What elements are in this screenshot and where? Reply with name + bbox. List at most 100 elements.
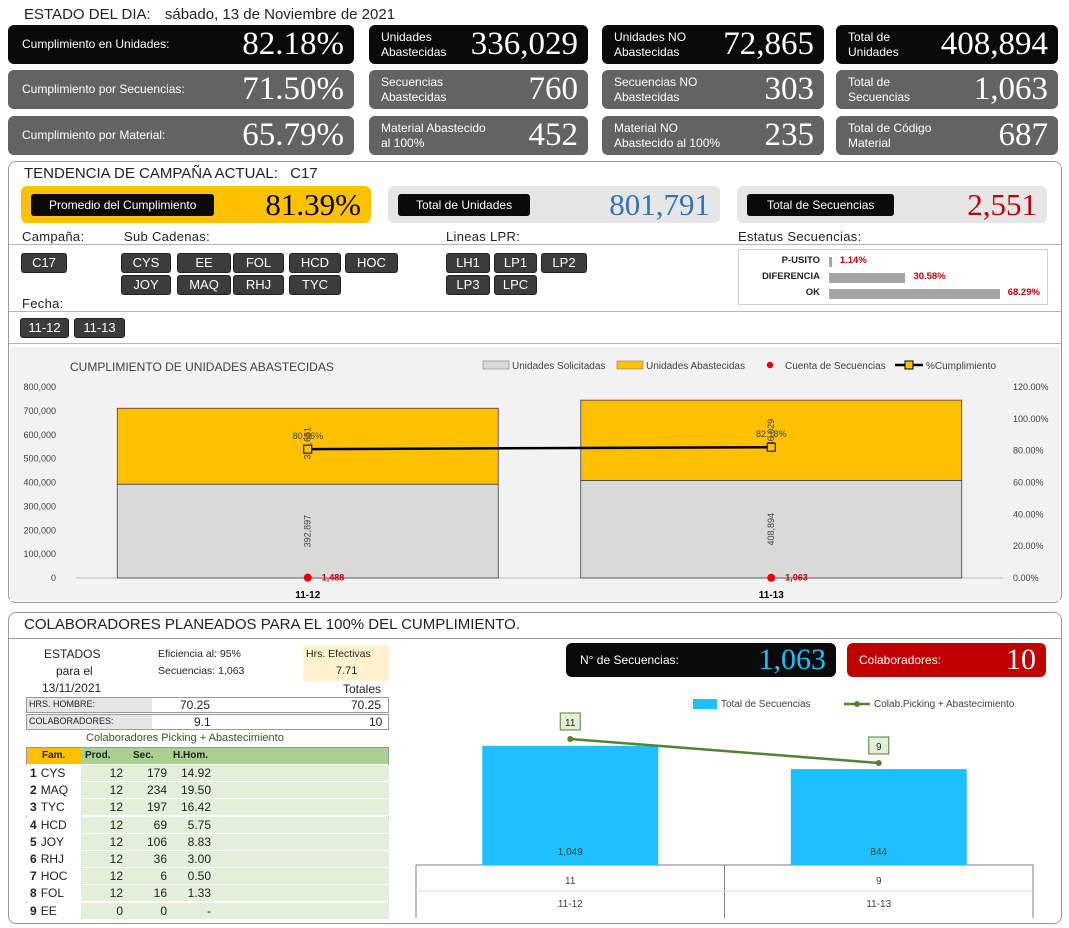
- fam-sec: 106: [146, 834, 167, 849]
- filter-label-lineas: Lineas LPR:: [446, 229, 521, 244]
- nseq-label: N° de Secuencias:: [580, 653, 679, 667]
- kpi-card-secuencias-abastecidas: Secuencias Abastecidas 760: [369, 70, 588, 109]
- fam-values: 12 197 16.42: [81, 799, 389, 816]
- slicer-subcadena-cys[interactable]: CYS: [121, 253, 171, 273]
- y-tick-label: 400,000: [23, 478, 56, 488]
- colaboradores-total: 10: [369, 715, 383, 729]
- legend-label: Colab.Picking + Abastecimiento: [874, 699, 1015, 710]
- filter-label-estatus: Estatus Secuencias:: [738, 229, 862, 244]
- slicer-fecha-1113[interactable]: 11-13: [74, 318, 125, 338]
- table-row: 2 MAQ 12 234 19.50: [26, 782, 389, 800]
- slicer-linea-lp3[interactable]: LP3: [446, 275, 490, 295]
- filter-label-fecha: Fecha:: [22, 296, 64, 311]
- y-tick-label: 100,000: [23, 549, 56, 559]
- colab-box: Colaboradores: 10: [847, 643, 1046, 677]
- fam-hhom: -: [207, 903, 211, 918]
- slicer-subcadena-hoc[interactable]: HOC: [345, 253, 398, 273]
- hrs-efectivas-value: 7.71: [336, 665, 358, 677]
- kpi-card-cumplimiento-unidades: Cumplimiento en Unidades: 82.18%: [8, 25, 354, 64]
- slicer-subcadena-ee[interactable]: EE: [177, 253, 231, 273]
- y-tick-label: 500,000: [23, 454, 56, 464]
- fam-index: 3: [30, 800, 37, 815]
- slicer-subcadena-tyc[interactable]: TYC: [289, 275, 341, 295]
- legend-label: Unidades Solicitadas: [512, 361, 605, 372]
- slicer-subcadena-fol[interactable]: FOL: [233, 253, 284, 273]
- sequences-chart: Total de Secuencias Colab.Picking + Abast…: [415, 699, 1034, 918]
- fam-index: 1: [30, 766, 37, 780]
- seq-count-label: 1,488: [322, 573, 345, 583]
- fam-values: 12 106 8.83: [81, 833, 389, 850]
- secuencias-info: Secuencias: 1,063: [158, 665, 244, 677]
- fam-hhom: 5.75: [187, 817, 211, 832]
- slicer-subcadena-maq[interactable]: MAQ: [177, 275, 231, 295]
- y-tick-label: 0: [51, 573, 56, 583]
- y2-tick-label: 20.00%: [1013, 541, 1044, 551]
- slicer-linea-lp2[interactable]: LP2: [541, 253, 587, 273]
- summary-unidades-label: Total de Unidades: [398, 193, 531, 216]
- slicer-subcadena-hcd[interactable]: HCD: [289, 253, 341, 273]
- secuencias-info-label: Secuencias:: [158, 665, 216, 677]
- table-row: 4 HCD 12 69 5.75: [26, 816, 389, 834]
- colaboradores-value: 9.1: [194, 715, 211, 729]
- colab-point: [875, 760, 882, 766]
- hrs-hombre-label: HRS. HOMBRE:: [29, 699, 96, 709]
- kpi-card-secuencias-no-abastecidas: Secuencias NO Abastecidas 303: [602, 70, 824, 109]
- divider: [9, 638, 1061, 639]
- y-tick-label: 200,000: [23, 525, 56, 535]
- slicer-campana-c17[interactable]: C17: [21, 253, 67, 273]
- seq-count-point: [767, 573, 776, 582]
- y-tick-label: 300,000: [23, 501, 56, 511]
- fam-sec: 179: [146, 766, 167, 780]
- y2-tick-label: 120.00%: [1013, 382, 1049, 392]
- colaboradores-label: COLABORADORES:: [29, 716, 114, 726]
- legend-marker: [854, 701, 860, 707]
- kpi-label: Total de Código Material: [848, 120, 932, 150]
- fam-prod: 12: [109, 834, 123, 849]
- legend-marker: [904, 360, 914, 370]
- slicer-fecha-1112[interactable]: 11-12: [20, 318, 69, 338]
- fam-index: 7: [30, 869, 37, 884]
- fam-cell: 7 HOC: [26, 868, 81, 885]
- trend-title-text: TENDENCIA DE CAMPAÑA ACTUAL:: [24, 165, 278, 182]
- estatus-bar: [829, 273, 906, 283]
- estatus-bar: [829, 289, 1000, 299]
- colab-point: [567, 736, 574, 742]
- table-row: 3 TYC 12 197 16.42: [26, 799, 389, 817]
- slicer-linea-lpc[interactable]: LPC: [494, 275, 537, 295]
- estatus-label: OK: [805, 287, 820, 298]
- slicer-linea-lh1[interactable]: LH1: [446, 253, 490, 273]
- page-header: ESTADO DEL DIA: sábado, 13 de Noviembre …: [24, 6, 395, 23]
- kpi-card-cumplimiento-secuencias: Cumplimiento por Secuencias: 71.50%: [8, 70, 354, 109]
- estados-para: para el: [56, 664, 93, 678]
- cumplimiento-point: [766, 442, 776, 452]
- table-row: 9 EE 0 0 -: [26, 902, 389, 920]
- kpi-value: 235: [764, 117, 815, 153]
- y2-tick-label: 0.00%: [1013, 573, 1039, 583]
- table-title: Colaboradores Picking + Abastecimiento: [86, 732, 284, 744]
- summary-secuencias-value: 2,551: [967, 186, 1037, 222]
- legend-label: Cuenta de Secuencias: [785, 361, 886, 372]
- fam-sec: 234: [146, 783, 167, 798]
- fam-hhom: 19.50: [180, 783, 211, 798]
- fam-index: 6: [30, 852, 37, 866]
- colab-label: 11: [565, 718, 576, 729]
- estatus-chart: P-USITO 1.14% DIFERENCIA 30.58% OK 68.29…: [738, 249, 1048, 305]
- kpi-label: Secuencias Abastecidas: [381, 74, 447, 104]
- legend-label: Total de Secuencias: [721, 699, 811, 710]
- fam-prod: 12: [109, 800, 123, 815]
- fam-cell: 6 RHJ: [26, 851, 81, 867]
- fam-cell: 5 JOY: [26, 833, 81, 850]
- fam-sec: 6: [160, 869, 167, 884]
- slicer-linea-lp1[interactable]: LP1: [494, 253, 537, 273]
- slicer-subcadena-joy[interactable]: JOY: [121, 275, 171, 295]
- summary-promedio: Promedio del Cumplimiento 81.39%: [21, 186, 371, 223]
- header-date: sábado, 13 de Noviembre de 2021: [164, 6, 396, 23]
- kpi-card-material-abastecido: Material Abastecido al 100% 452: [369, 116, 588, 155]
- fam-index: 4: [30, 817, 37, 832]
- kpi-label: Material Abastecido al 100%: [381, 120, 486, 150]
- fam-hhom: 1.33: [187, 886, 211, 901]
- fam-name: EE: [40, 903, 57, 918]
- kpi-card-total-unidades: Total de Unidades 408,894: [836, 25, 1058, 64]
- kpi-value: 687: [998, 117, 1049, 153]
- slicer-subcadena-rhj[interactable]: RHJ: [233, 275, 284, 295]
